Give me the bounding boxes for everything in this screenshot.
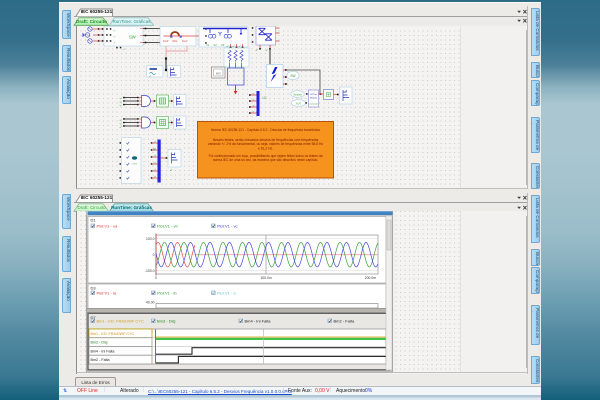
svg-text:Bm1 - KD: FRA/DWF CYC: Bm1 - KD: FRA/DWF CYC xyxy=(91,332,135,336)
svg-text:100.0: 100.0 xyxy=(146,237,155,241)
svg-text:-100.0: -100.0 xyxy=(145,269,155,273)
svg-text:Plot:V1 - vc: Plot:V1 - vc xyxy=(217,223,237,228)
svg-text:IEC 60255-121: IEC 60255-121 xyxy=(81,9,113,14)
svg-text:Tensões: Tensões xyxy=(293,93,302,96)
svg-text:40.00: 40.00 xyxy=(146,301,155,305)
svg-text:Draft: Circuito: Draft: Circuito xyxy=(77,205,106,210)
svg-text:Bm2 - Disj: Bm2 - Disj xyxy=(91,341,108,345)
svg-text:0: 0 xyxy=(153,253,155,257)
svg-text:RunTime: Gráficas: RunTime: Gráficas xyxy=(112,19,151,24)
svg-text:Bm3 - Disj: Bm3 - Disj xyxy=(157,318,176,323)
svg-text:V2: V2 xyxy=(214,43,218,47)
svg-text:|#G|: |#G| xyxy=(173,39,178,43)
svg-text:NUT: NUT xyxy=(296,103,301,105)
svg-text:RunTime: Gráficas: RunTime: Gráficas xyxy=(111,205,152,210)
svg-text:e 61,2 Hz.: e 61,2 Hz. xyxy=(258,146,273,150)
svg-text:norma IEC de uma só vez, da ma: norma IEC de uma só vez, da maneira que … xyxy=(213,158,319,162)
svg-text:Bm2 - Falta: Bm2 - Falta xyxy=(91,358,111,362)
svg-text:SW: SW xyxy=(129,35,136,40)
svg-text:D1: D1 xyxy=(91,218,97,223)
svg-text:MDI: MDI xyxy=(216,71,221,75)
svg-text:D3: D3 xyxy=(91,286,97,291)
svg-text:Plot:V1 - vb: Plot:V1 - vb xyxy=(157,223,178,228)
svg-text:BI: BI xyxy=(153,149,156,152)
svg-text:Bm1 - KD: FRA/DWF CYC: Bm1 - KD: FRA/DWF CYC xyxy=(97,318,144,323)
svg-text:0: 0 xyxy=(155,276,157,280)
svg-text:Plot:V1 - ic: Plot:V1 - ic xyxy=(217,290,236,295)
svg-text:FCPar: FCPar xyxy=(310,93,317,96)
svg-text:FtoV: FtoV xyxy=(182,39,188,43)
svg-text:Bm2 - Falta: Bm2 - Falta xyxy=(334,318,355,323)
svg-text:Plot:V1 - ib: Plot:V1 - ib xyxy=(157,290,177,295)
svg-text:Plot:V1 - va: Plot:V1 - va xyxy=(97,223,118,228)
svg-text:V1: V1 xyxy=(206,43,210,47)
svg-text:Draft: Circuito: Draft: Circuito xyxy=(76,19,107,24)
svg-text:Bm4 - Ini Falta: Bm4 - Ini Falta xyxy=(245,318,272,323)
svg-text:100.0m: 100.0m xyxy=(260,276,271,280)
svg-text:LD: LD xyxy=(263,96,268,100)
svg-text:SW: SW xyxy=(290,74,295,78)
svg-text:V3: V3 xyxy=(221,43,225,47)
svg-text:Plot:V1 - ia: Plot:V1 - ia xyxy=(97,290,117,295)
svg-text:Norma IEC 60255-121 - Capítulo: Norma IEC 60255-121 - Capítulo 6.5.2 - D… xyxy=(211,128,320,132)
svg-text:Bm4 - Ini Falta: Bm4 - Ini Falta xyxy=(91,349,116,353)
svg-text:OUT: OUT xyxy=(132,164,137,166)
svg-text:Módulo: Módulo xyxy=(310,98,318,100)
svg-text:comando: comando xyxy=(309,104,318,106)
svg-text:IEC 60255-121: IEC 60255-121 xyxy=(81,195,113,200)
svg-text:200.0m: 200.0m xyxy=(365,276,376,280)
svg-text:FtoP: FtoP xyxy=(163,39,169,43)
